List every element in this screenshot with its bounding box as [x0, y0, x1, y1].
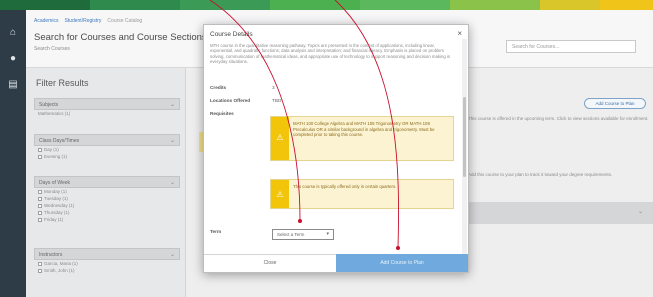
filter-option-label: Garcia, Maria (1) [44, 261, 78, 266]
modal-title: Course Details [210, 31, 253, 38]
filter-option-label: Wednesday (1) [44, 203, 75, 208]
requisites-label: Requisites [210, 111, 234, 116]
strip-segment [450, 0, 540, 10]
filter-option-label: Smith, John (1) [44, 268, 75, 273]
filter-option-label: Mathematics (1) [38, 111, 71, 116]
filter-option[interactable]: Mathematics (1) [34, 110, 180, 117]
strip-segment [90, 0, 180, 10]
warning-icon: ⚠ [271, 180, 289, 208]
section-bar[interactable]: ⌄ [468, 202, 653, 224]
modal-scrollbar[interactable] [462, 39, 467, 257]
filter-group-header[interactable]: Days of Week ⌄ [34, 176, 180, 188]
home-icon[interactable]: ⌂ [7, 28, 19, 38]
chevron-down-icon: ▾ [326, 231, 329, 237]
term-select[interactable]: Select a Term ▾ [272, 229, 334, 240]
page-title: Search for Courses and Course Sections [34, 32, 207, 43]
left-nav-rail: ⌂ ● ▤ [0, 10, 26, 297]
chevron-icon: ⌄ [637, 209, 643, 215]
chevron-icon: ⌄ [169, 180, 175, 186]
filter-option-label: Day (1) [44, 147, 59, 152]
checkbox[interactable] [38, 217, 42, 222]
result-text: This course is offered in the upcoming t… [468, 116, 649, 121]
page-subtitle: Search Courses [34, 46, 70, 52]
filter-option[interactable]: Day (1) [34, 146, 180, 153]
requisite-warning: ⚠ MATH 100 College Algebra and MATH 105 … [270, 116, 454, 161]
breadcrumb: Academics Student/Registry Course Catalo… [34, 18, 142, 24]
checkbox[interactable] [38, 203, 42, 208]
filter-option[interactable]: Smith, John (1) [34, 267, 180, 274]
warning-text: This course is typically offered only in… [293, 184, 397, 189]
breadcrumb-current: Course Catalog [107, 18, 143, 24]
filter-option[interactable]: Evening (1) [34, 153, 180, 160]
checkbox[interactable] [38, 268, 42, 273]
offering-warning: ⚠ This course is typically offered only … [270, 179, 454, 209]
chevron-icon: ⌄ [169, 252, 175, 258]
filter-option[interactable]: Thursday (1) [34, 209, 180, 216]
chevron-icon: ⌄ [169, 102, 175, 108]
checkbox[interactable] [38, 154, 42, 159]
warning-icon: ⚠ [271, 117, 289, 160]
close-button[interactable]: Close [204, 254, 336, 272]
filter-panel: Filter Results Subjects ⌄ Mathematics (1)… [26, 68, 186, 297]
strip-segment [180, 0, 270, 10]
modal-footer: Close Add Course to Plan [204, 254, 468, 272]
filter-option-label: Thursday (1) [44, 210, 70, 215]
term-select-value: Select a Term [277, 232, 305, 237]
filter-option-label: Evening (1) [44, 154, 68, 159]
filter-option[interactable]: Friday (1) [34, 216, 180, 223]
breadcrumb-item[interactable]: Academics [34, 18, 58, 24]
filter-option[interactable]: Garcia, Maria (1) [34, 260, 180, 267]
credits-label: Credits [210, 85, 227, 90]
strip-segment [360, 0, 450, 10]
filter-group-header[interactable]: Class Days/Times ⌄ [34, 134, 180, 146]
filter-option[interactable]: Wednesday (1) [34, 202, 180, 209]
filter-option-label: Monday (1) [44, 189, 67, 194]
filter-group-label: Instructors [39, 252, 63, 258]
strip-segment [0, 0, 90, 10]
add-course-to-plan-button[interactable]: Add Course to Plan [336, 254, 468, 272]
scrollbar-thumb[interactable] [463, 97, 466, 177]
checkbox[interactable] [38, 261, 42, 266]
locations-value: TBD [272, 98, 282, 103]
filter-option[interactable]: Tuesday (1) [34, 195, 180, 202]
add-course-to-plan-button[interactable]: Add Course to Plan [584, 98, 646, 109]
user-icon[interactable]: ● [7, 54, 19, 64]
course-description: MTH course in the quantitative reasoning… [210, 43, 451, 64]
strip-segment [600, 0, 653, 10]
warning-text: MATH 100 College Algebra and MATH 105 Tr… [293, 121, 435, 137]
filter-group-header[interactable]: Instructors ⌄ [34, 248, 180, 260]
strip-segment [540, 0, 600, 10]
term-label: Term [210, 229, 222, 234]
list-icon[interactable]: ▤ [7, 80, 19, 90]
search-input[interactable]: Search for Courses... [506, 40, 636, 53]
filter-group-label: Class Days/Times [39, 138, 80, 144]
filter-group-instructors: Instructors ⌄ Garcia, Maria (1) Smith, Jo… [34, 248, 180, 274]
chevron-icon: ⌄ [169, 138, 175, 144]
breadcrumb-item[interactable]: Student/Registry [64, 18, 101, 24]
close-icon[interactable]: × [457, 29, 462, 38]
filter-group-label: Days of Week [39, 180, 71, 186]
top-color-strip [0, 0, 653, 10]
filter-title: Filter Results [36, 78, 89, 88]
filter-option-label: Friday (1) [44, 217, 64, 222]
checkbox[interactable] [38, 147, 42, 152]
filter-option-label: Tuesday (1) [44, 196, 68, 201]
filter-group-days: Days of Week ⌄ Monday (1) Tuesday (1) Wed… [34, 176, 180, 223]
filter-group-class-times: Class Days/Times ⌄ Day (1) Evening (1) [34, 134, 180, 160]
filter-group-header[interactable]: Subjects ⌄ [34, 98, 180, 110]
strip-segment [270, 0, 360, 10]
checkbox[interactable] [38, 189, 42, 194]
result-text: Add this course to your plan to track it… [468, 172, 613, 177]
course-details-modal: Course Details × MTH course in the quant… [203, 24, 469, 273]
locations-label: Locations Offered [210, 98, 251, 103]
filter-group-label: Subjects [39, 102, 59, 108]
checkbox[interactable] [38, 210, 42, 215]
credits-value: 3 [272, 85, 275, 90]
checkbox[interactable] [38, 196, 42, 201]
filter-group-subjects: Subjects ⌄ Mathematics (1) [34, 98, 180, 117]
filter-option[interactable]: Monday (1) [34, 188, 180, 195]
